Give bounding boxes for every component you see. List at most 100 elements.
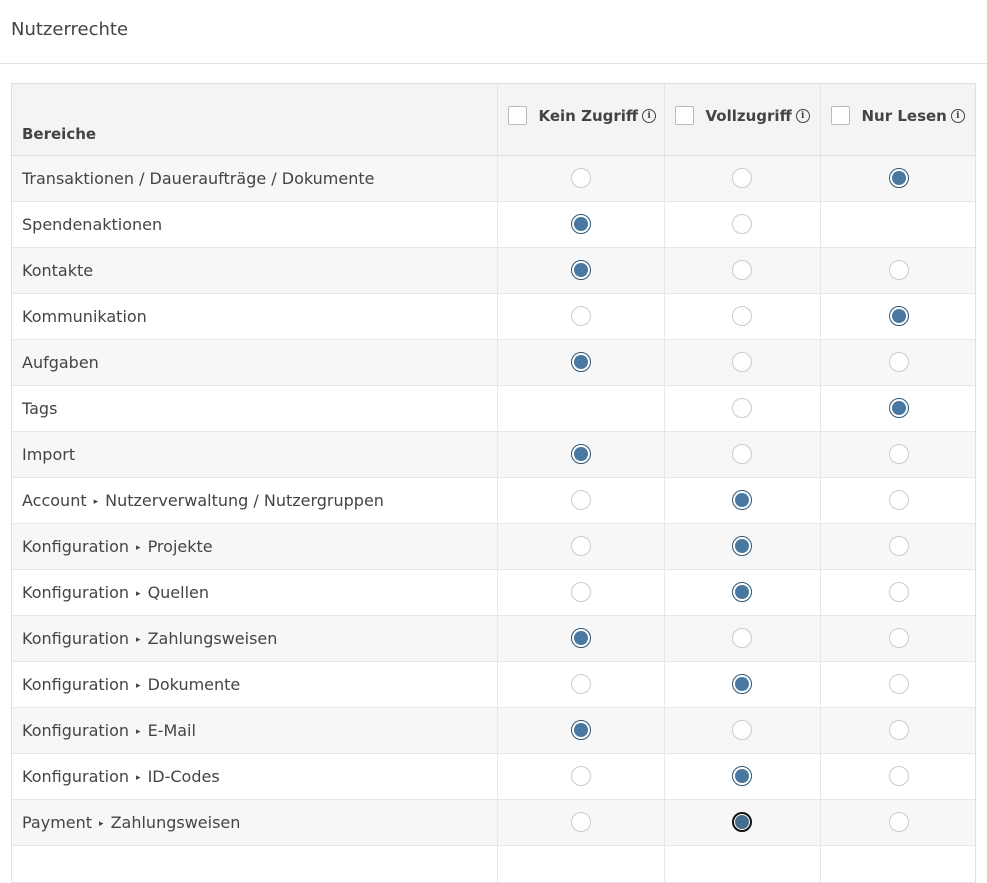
radio-no-access[interactable] (570, 214, 591, 235)
table-header-row: Bereiche Kein Zugriff i Vollzugriff i Nu… (12, 84, 975, 156)
radio-cell-no-access (497, 799, 665, 846)
table-row: Konfiguration ▸ Projekte (12, 523, 975, 570)
radio-no-access[interactable] (570, 628, 591, 649)
radio-no-access[interactable] (570, 260, 591, 281)
breadcrumb-arrow-icon: ▸ (136, 772, 141, 783)
radio-full-access[interactable] (732, 260, 752, 281)
area-name: Tags (12, 385, 498, 432)
table-row: Spendenaktionen (12, 201, 975, 248)
radio-read-only[interactable] (888, 674, 909, 695)
empty-cell (664, 845, 821, 882)
area-name-part: ID-Codes (147, 766, 220, 786)
empty-cell (497, 845, 665, 882)
breadcrumb-arrow-icon: ▸ (136, 542, 141, 553)
radio-cell-read-only (820, 523, 975, 570)
radio-read-only[interactable] (888, 260, 909, 281)
radio-read-only[interactable] (888, 306, 909, 327)
select-all-no-access-checkbox[interactable] (507, 106, 527, 125)
select-all-read-only-checkbox[interactable] (830, 106, 850, 125)
breadcrumb-arrow-icon: ▸ (93, 496, 99, 507)
radio-read-only[interactable] (888, 582, 909, 603)
radio-cell-no-access (497, 661, 665, 708)
radio-read-only[interactable] (888, 444, 909, 465)
radio-cell-full-access (664, 523, 821, 570)
area-name: Kontakte (12, 247, 498, 294)
area-name-part: Projekte (147, 536, 213, 556)
radio-cell-no-access (497, 155, 665, 202)
radio-no-access[interactable] (570, 812, 591, 833)
radio-read-only[interactable] (888, 766, 909, 787)
radio-no-access[interactable] (570, 582, 591, 603)
radio-cell-full-access (664, 201, 821, 248)
radio-cell-read-only (820, 293, 975, 340)
radio-read-only[interactable] (888, 352, 909, 373)
radio-full-access[interactable] (732, 720, 752, 741)
radio-no-access[interactable] (570, 766, 591, 787)
radio-cell-read-only (820, 201, 975, 248)
radio-cell-no-access (497, 477, 665, 524)
info-icon[interactable]: i (795, 108, 810, 123)
area-name-part: Kommunikation (22, 306, 147, 326)
radio-cell-full-access (664, 753, 821, 800)
radio-read-only[interactable] (888, 720, 909, 741)
radio-read-only[interactable] (888, 812, 909, 833)
area-name: Spendenaktionen (12, 201, 498, 248)
radio-read-only[interactable] (888, 490, 909, 511)
area-name-part: Account (22, 490, 87, 510)
area-name-part: Konfiguration (22, 536, 130, 556)
radio-cell-full-access (664, 293, 821, 340)
radio-no-access[interactable] (570, 352, 591, 373)
radio-read-only[interactable] (888, 168, 909, 189)
radio-full-access[interactable] (732, 214, 752, 235)
radio-cell-no-access (497, 431, 665, 478)
radio-cell-full-access (664, 707, 821, 754)
radio-full-access[interactable] (732, 536, 752, 557)
area-name-part: Konfiguration (22, 582, 130, 602)
radio-no-access[interactable] (570, 306, 591, 327)
area-name (12, 845, 498, 882)
radio-full-access[interactable] (732, 582, 752, 603)
radio-full-access[interactable] (732, 306, 752, 327)
radio-full-access[interactable] (732, 490, 752, 511)
radio-full-access[interactable] (732, 168, 752, 189)
radio-cell-full-access (664, 385, 821, 432)
radio-full-access[interactable] (732, 444, 752, 465)
page-title: Nutzerrechte (11, 19, 129, 40)
radio-no-access[interactable] (570, 490, 591, 511)
info-icon[interactable]: i (642, 108, 657, 123)
area-name: Konfiguration ▸ ID-Codes (12, 753, 498, 800)
radio-read-only[interactable] (888, 628, 909, 649)
area-name-part: Konfiguration (22, 766, 130, 786)
radio-cell-no-access (497, 201, 665, 248)
radio-read-only[interactable] (888, 398, 909, 419)
radio-no-access[interactable] (570, 674, 591, 695)
radio-cell-no-access (497, 707, 665, 754)
table-row: Kontakte (12, 247, 975, 294)
radio-cell-read-only (820, 155, 975, 202)
info-icon[interactable]: i (950, 108, 965, 123)
radio-full-access[interactable] (732, 812, 752, 833)
radio-no-access[interactable] (570, 536, 591, 557)
area-name-part: E-Mail (147, 720, 196, 740)
table-row: Import (12, 431, 975, 478)
area-name: Konfiguration ▸ Quellen (12, 569, 498, 616)
radio-full-access[interactable] (732, 674, 752, 695)
radio-no-access[interactable] (570, 168, 591, 189)
radio-read-only[interactable] (888, 536, 909, 557)
radio-no-access[interactable] (570, 444, 591, 465)
empty-cell (820, 845, 975, 882)
radio-full-access[interactable] (732, 766, 752, 787)
radio-cell-read-only (820, 477, 975, 524)
radio-cell-no-access (497, 523, 665, 570)
radio-cell-read-only (820, 385, 975, 432)
area-name: Konfiguration ▸ Projekte (12, 523, 498, 570)
breadcrumb-arrow-icon: ▸ (99, 818, 104, 829)
radio-cell-no-access (497, 385, 665, 432)
radio-full-access[interactable] (732, 398, 752, 419)
permissions-table: Bereiche Kein Zugriff i Vollzugriff i Nu… (12, 84, 975, 882)
radio-full-access[interactable] (732, 628, 752, 649)
radio-cell-read-only (820, 615, 975, 662)
radio-full-access[interactable] (732, 352, 752, 373)
radio-no-access[interactable] (570, 720, 591, 741)
select-all-full-access-checkbox[interactable] (674, 106, 694, 125)
